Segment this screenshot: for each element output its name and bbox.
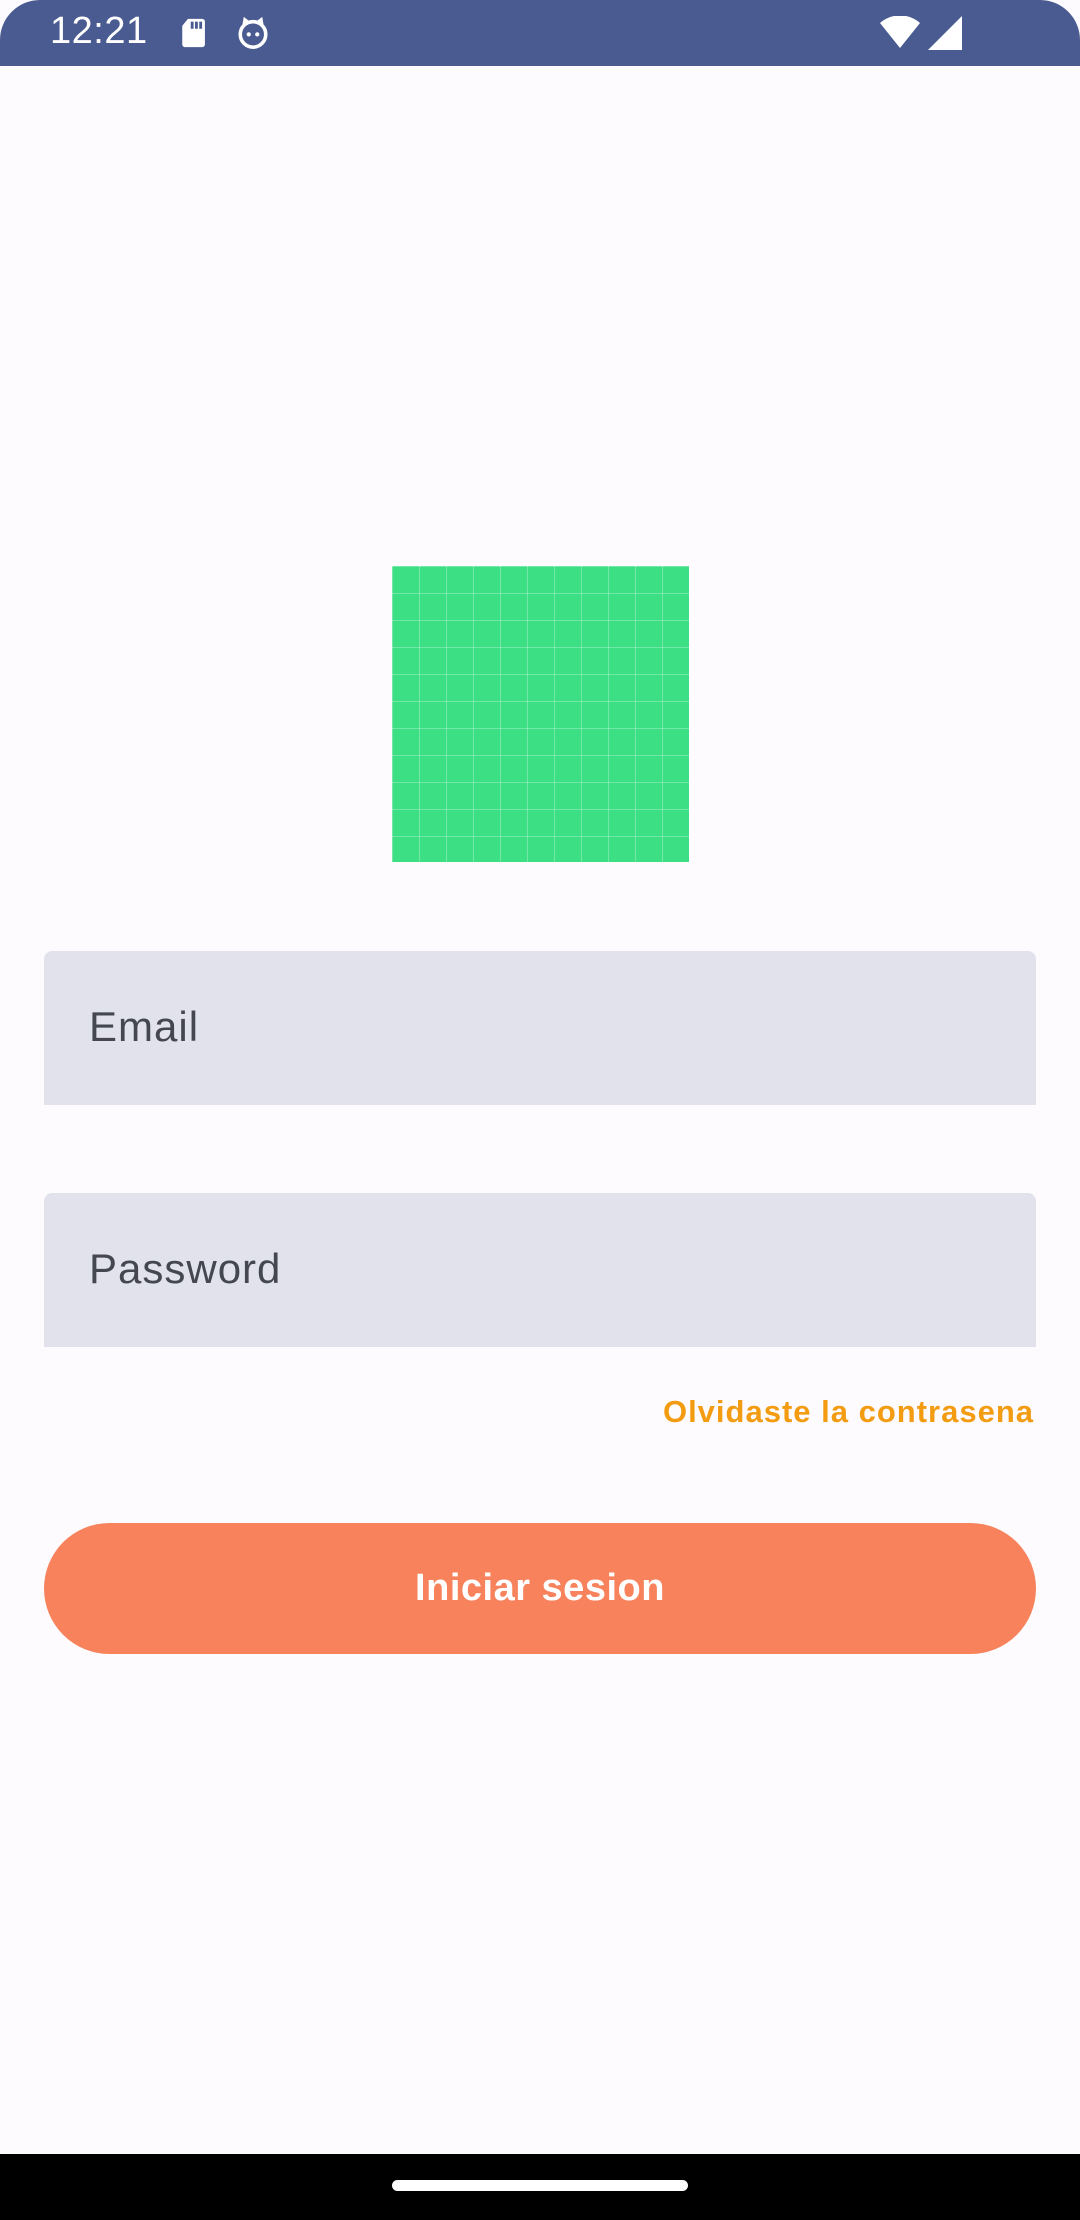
status-time: 12:21 — [50, 10, 148, 52]
app-logo — [392, 566, 689, 862]
home-handle[interactable] — [392, 2180, 688, 2191]
navigation-bar — [0, 2154, 1080, 2220]
login-button[interactable]: Iniciar sesion — [44, 1523, 1036, 1654]
signal-icon — [928, 16, 962, 50]
password-placeholder: Password — [89, 1245, 282, 1292]
sd-card-icon — [178, 16, 212, 50]
password-field[interactable]: Password — [44, 1193, 1036, 1347]
status-bar: 12:21 — [0, 0, 1080, 66]
forgot-password-link[interactable]: Olvidaste la contrasena — [663, 1394, 1034, 1430]
login-button-label: Iniciar sesion — [415, 1567, 665, 1609]
email-field[interactable]: Email — [44, 951, 1036, 1105]
wifi-icon — [880, 16, 920, 50]
cat-face-icon — [236, 16, 270, 50]
email-placeholder: Email — [89, 1003, 200, 1050]
